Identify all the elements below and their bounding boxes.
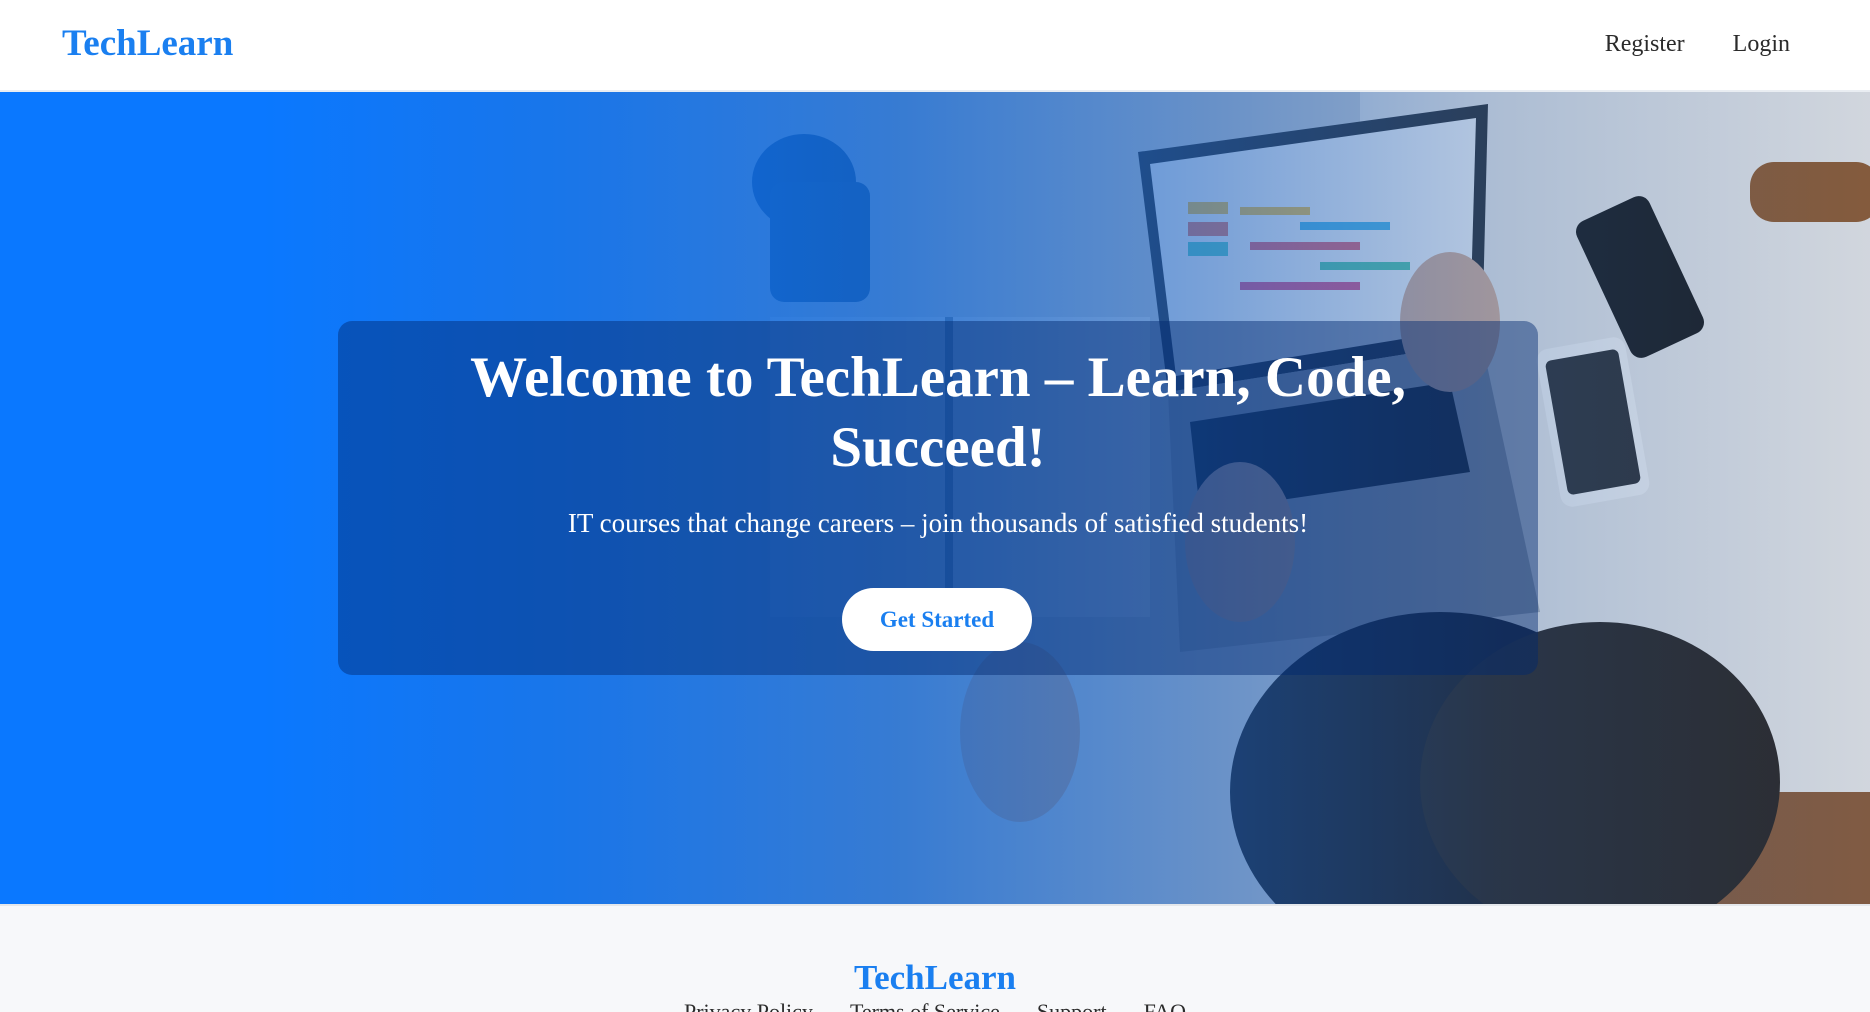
- support-link[interactable]: Support: [1037, 997, 1107, 1012]
- footer-links: Privacy Policy Terms of Service Support …: [0, 997, 1870, 1012]
- hero-title: Welcome to TechLearn – Learn, Code, Succ…: [470, 346, 1406, 479]
- privacy-policy-link[interactable]: Privacy Policy: [684, 997, 813, 1012]
- hero-card: Welcome to TechLearn – Learn, Code, Succ…: [338, 321, 1538, 675]
- hero-subtitle: IT courses that change careers – join th…: [567, 508, 1309, 538]
- brand-logo[interactable]: TechLearn: [62, 20, 233, 68]
- footer-brand[interactable]: TechLearn: [0, 956, 1870, 1000]
- hero-section: Welcome to TechLearn – Learn, Code, Succ…: [0, 92, 1870, 904]
- register-link[interactable]: Register: [1605, 26, 1685, 62]
- site-footer: TechLearn Privacy Policy Terms of Servic…: [0, 904, 1870, 1012]
- site-header: TechLearn Register Login: [0, 0, 1870, 92]
- terms-of-service-link[interactable]: Terms of Service: [850, 997, 1000, 1012]
- top-nav: Register Login: [1605, 26, 1790, 62]
- login-link[interactable]: Login: [1733, 26, 1790, 62]
- faq-link[interactable]: FAQ: [1144, 997, 1186, 1012]
- get-started-button[interactable]: Get Started: [842, 588, 1032, 651]
